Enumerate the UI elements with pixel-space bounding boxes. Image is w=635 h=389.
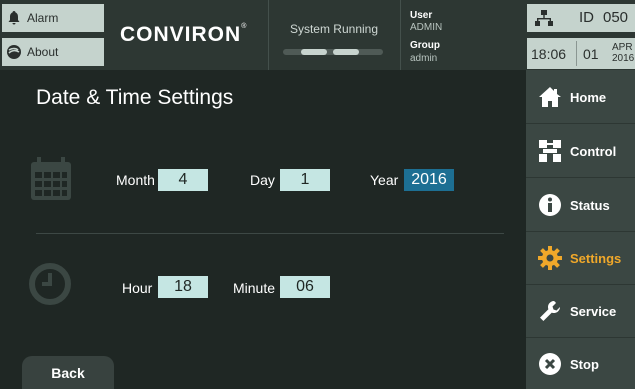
month-field[interactable]: 4: [158, 169, 208, 191]
month-label: Month: [116, 172, 155, 188]
nav-control-label: Control: [570, 143, 617, 159]
about-label: About: [27, 45, 59, 59]
chamber-id: ID 050: [527, 4, 635, 32]
date-time-display: 18:06 01 APR 2016: [527, 38, 635, 69]
section-divider: [36, 233, 504, 234]
nav-control[interactable]: Control: [526, 125, 635, 178]
logo-text: CONVIRON: [120, 23, 242, 46]
clock-time: 18:06: [531, 46, 567, 62]
year-label: Year: [370, 172, 399, 188]
wrench-icon: [538, 299, 562, 323]
clock-month: APR: [612, 42, 633, 53]
id-value: 050: [603, 9, 629, 26]
status-progress-bar: [283, 49, 383, 55]
bell-icon: [6, 10, 22, 26]
nav-stop[interactable]: Stop: [526, 339, 635, 389]
progress-segment: [301, 49, 327, 55]
network-icon: [535, 9, 553, 32]
system-status-text: System Running: [289, 22, 379, 36]
page-title: Date & Time Settings: [36, 86, 234, 109]
id-label: ID: [579, 9, 594, 26]
day-field[interactable]: 1: [280, 169, 330, 191]
alarm-label: Alarm: [27, 11, 59, 25]
nav-home[interactable]: Home: [526, 71, 635, 124]
home-icon: [538, 85, 562, 109]
logo-mark: ®: [241, 23, 248, 30]
clock-year: 2016: [612, 53, 635, 64]
control-icon: [538, 139, 562, 163]
user-value: ADMIN: [410, 22, 443, 33]
back-button[interactable]: Back: [22, 356, 114, 389]
minute-label: Minute: [233, 280, 276, 296]
clock-day: 01: [583, 46, 599, 62]
nav-home-label: Home: [570, 89, 607, 105]
gear-icon: [538, 246, 562, 270]
progress-segment: [333, 49, 359, 55]
divider: [400, 0, 401, 70]
nav-settings[interactable]: Settings: [526, 232, 635, 285]
user-label: User: [410, 10, 433, 21]
group-value: admin: [410, 53, 438, 64]
about-icon: [6, 44, 22, 60]
stop-icon: [538, 352, 562, 376]
minute-field[interactable]: 06: [280, 276, 330, 298]
divider: [576, 41, 577, 66]
conviron-logo: CONVIRON®: [120, 23, 247, 47]
day-label: Day: [250, 172, 275, 188]
group-label: Group: [410, 40, 440, 51]
nav-settings-label: Settings: [570, 250, 622, 266]
nav-status[interactable]: Status: [526, 179, 635, 232]
nav-stop-label: Stop: [570, 356, 599, 372]
hour-field[interactable]: 18: [158, 276, 208, 298]
alarm-button[interactable]: Alarm: [2, 4, 104, 32]
nav-service[interactable]: Service: [526, 285, 635, 338]
nav-status-label: Status: [570, 197, 610, 213]
calendar-icon: [30, 156, 72, 207]
clock-icon: [29, 263, 71, 310]
about-button[interactable]: About: [2, 38, 104, 66]
year-field[interactable]: 2016: [404, 169, 454, 191]
hour-label: Hour: [122, 280, 153, 296]
info-icon: [538, 193, 562, 217]
divider: [268, 0, 269, 70]
nav-service-label: Service: [570, 303, 617, 319]
